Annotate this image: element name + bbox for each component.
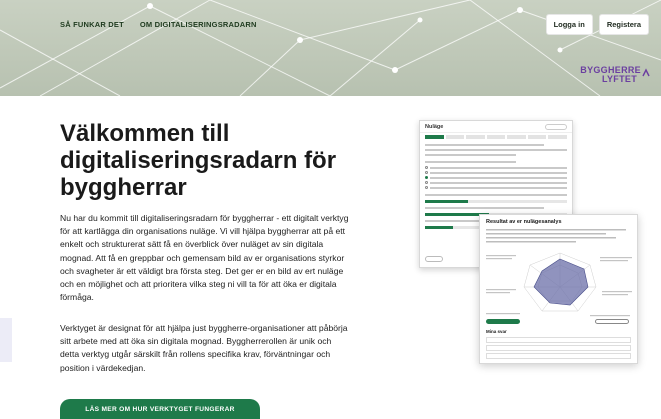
intro-paragraph: Nu har du kommit till digitaliseringsrad… bbox=[60, 213, 349, 303]
preview-header: Nuläge bbox=[420, 121, 572, 133]
register-button[interactable]: Registera bbox=[598, 14, 649, 35]
preview-tabs bbox=[420, 133, 572, 141]
read-more-button[interactable]: LÄS MER OM HUR VERKTYGET FUNGERAR bbox=[60, 399, 260, 419]
brand-line-2: LYFTET bbox=[602, 74, 637, 84]
nav-link-how-it-works[interactable]: SÅ FUNKAR DET bbox=[60, 20, 124, 29]
brand-logo[interactable]: BYGGHERRE LYFTET bbox=[580, 66, 650, 84]
preview-answers-heading: Mina svar bbox=[486, 329, 507, 334]
preview-header-button bbox=[545, 124, 567, 130]
nav-link-about[interactable]: OM DIGITALISERINGSRADARN bbox=[140, 20, 257, 29]
radar-chart-graphic bbox=[486, 229, 632, 317]
top-nav: SÅ FUNKAR DET OM DIGITALISERINGSRADARN bbox=[60, 20, 257, 29]
auth-buttons: Logga in Registera bbox=[545, 14, 649, 35]
hero-banner: SÅ FUNKAR DET OM DIGITALISERINGSRADARN L… bbox=[0, 0, 661, 96]
side-tint bbox=[0, 318, 12, 362]
preview-screenshot-results: Resultat av er nulägesanalys Mina svar bbox=[479, 214, 638, 364]
preview-title: Nuläge bbox=[425, 124, 444, 130]
preview-results-title: Resultat av er nulägesanalys bbox=[486, 219, 562, 225]
preview-green-button bbox=[486, 319, 520, 324]
preview-next-button bbox=[425, 256, 443, 262]
lift-arrow-icon bbox=[642, 68, 650, 77]
login-button[interactable]: Logga in bbox=[545, 14, 593, 35]
page-title: Välkommen till digitaliseringsradarn för… bbox=[60, 120, 337, 201]
description-paragraph: Verktyget är designat för att hjälpa jus… bbox=[60, 323, 348, 373]
preview-outline-button bbox=[595, 319, 629, 324]
